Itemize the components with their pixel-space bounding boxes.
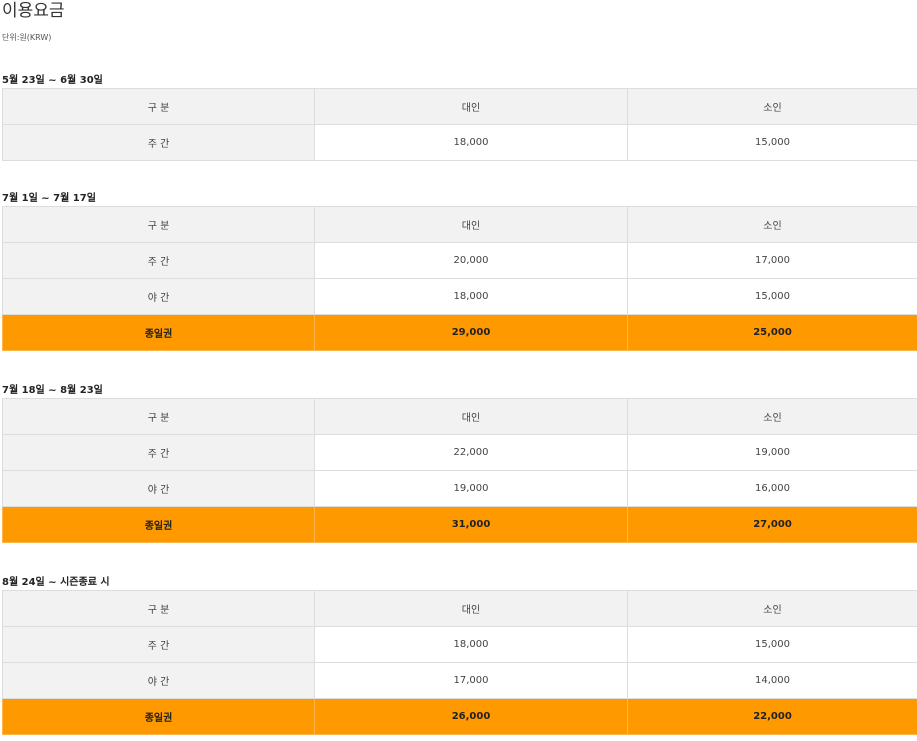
table-row: 야 간 18,000 15,000	[2, 278, 917, 315]
child-price: 22,000	[627, 698, 917, 735]
table-row: 주 간 18,000 15,000	[2, 124, 917, 161]
row-label: 야 간	[2, 278, 315, 315]
page-title: 이용요금	[2, 1, 65, 21]
child-price: 15,000	[627, 626, 917, 663]
child-price: 15,000	[627, 124, 917, 161]
row-label: 종일권	[2, 314, 315, 351]
column-header-child: 소인	[627, 206, 917, 243]
column-header-category: 구 분	[2, 206, 315, 243]
column-header-adult: 대인	[314, 590, 628, 627]
table-row-all-day-pass: 종일권 26,000 22,000	[2, 698, 917, 735]
table-row: 주 간 18,000 15,000	[2, 626, 917, 663]
adult-price: 19,000	[314, 470, 628, 507]
adult-price: 22,000	[314, 434, 628, 471]
adult-price: 18,000	[314, 124, 628, 161]
child-price: 19,000	[627, 434, 917, 471]
unit-note: 단위:원(KRW)	[2, 33, 52, 42]
adult-price: 17,000	[314, 662, 628, 699]
column-header-category: 구 분	[2, 590, 315, 627]
price-table: 구 분 대인 소인 주 간 18,000 15,000 야 간 17,000 14,000 종일권…	[2, 590, 917, 735]
row-label: 주 간	[2, 242, 315, 279]
table-row: 주 간 20,000 17,000	[2, 242, 917, 279]
column-header-child: 소인	[627, 88, 917, 125]
adult-price: 18,000	[314, 626, 628, 663]
table-header-row: 구 분 대인 소인	[2, 398, 917, 435]
row-label: 주 간	[2, 434, 315, 471]
row-label: 야 간	[2, 470, 315, 507]
row-label: 야 간	[2, 662, 315, 699]
table-header-row: 구 분 대인 소인	[2, 88, 917, 125]
column-header-adult: 대인	[314, 398, 628, 435]
table-row-all-day-pass: 종일권 31,000 27,000	[2, 506, 917, 543]
section-title: 7월 1일 ~ 7월 17일	[2, 193, 96, 204]
table-header-row: 구 분 대인 소인	[2, 206, 917, 243]
child-price: 15,000	[627, 278, 917, 315]
table-row-all-day-pass: 종일권 29,000 25,000	[2, 314, 917, 351]
price-table: 구 분 대인 소인 주 간 22,000 19,000 야 간 19,000 16,000 종일권…	[2, 398, 917, 543]
pricing-page: 이용요금 단위:원(KRW) 5월 23일 ~ 6월 30일 구 분 대인 소인 주 간…	[0, 0, 917, 741]
child-price: 17,000	[627, 242, 917, 279]
adult-price: 26,000	[314, 698, 628, 735]
adult-price: 20,000	[314, 242, 628, 279]
price-section: 8월 24일 ~ 시즌종료 시구 분 대인 소인 주 간 18,000 15,000 야 간…	[2, 576, 917, 735]
price-table: 구 분 대인 소인 주 간 18,000 15,000	[2, 88, 917, 161]
section-title: 8월 24일 ~ 시즌종료 시	[2, 577, 110, 588]
child-price: 16,000	[627, 470, 917, 507]
table-row: 야 간 19,000 16,000	[2, 470, 917, 507]
table-row: 주 간 22,000 19,000	[2, 434, 917, 471]
row-label: 주 간	[2, 626, 315, 663]
price-table: 구 분 대인 소인 주 간 20,000 17,000 야 간 18,000 15,000 종일권…	[2, 206, 917, 351]
row-label: 주 간	[2, 124, 315, 161]
price-section: 7월 1일 ~ 7월 17일 구 분 대인 소인 주 간 20,000 17,000 야 간1…	[2, 192, 917, 351]
column-header-adult: 대인	[314, 206, 628, 243]
child-price: 27,000	[627, 506, 917, 543]
column-header-adult: 대인	[314, 88, 628, 125]
column-header-category: 구 분	[2, 88, 315, 125]
adult-price: 29,000	[314, 314, 628, 351]
price-section: 7월 18일 ~ 8월 23일 구 분 대인 소인 주 간 22,000 19,000 야 간…	[2, 384, 917, 543]
table-header-row: 구 분 대인 소인	[2, 590, 917, 627]
column-header-child: 소인	[627, 590, 917, 627]
section-title: 5월 23일 ~ 6월 30일	[2, 75, 103, 86]
column-header-category: 구 분	[2, 398, 315, 435]
column-header-child: 소인	[627, 398, 917, 435]
child-price: 25,000	[627, 314, 917, 351]
row-label: 종일권	[2, 506, 315, 543]
row-label: 종일권	[2, 698, 315, 735]
adult-price: 31,000	[314, 506, 628, 543]
child-price: 14,000	[627, 662, 917, 699]
table-row: 야 간 17,000 14,000	[2, 662, 917, 699]
price-section: 5월 23일 ~ 6월 30일 구 분 대인 소인 주 간 18,000 15,000	[2, 74, 917, 161]
section-title: 7월 18일 ~ 8월 23일	[2, 385, 103, 396]
adult-price: 18,000	[314, 278, 628, 315]
